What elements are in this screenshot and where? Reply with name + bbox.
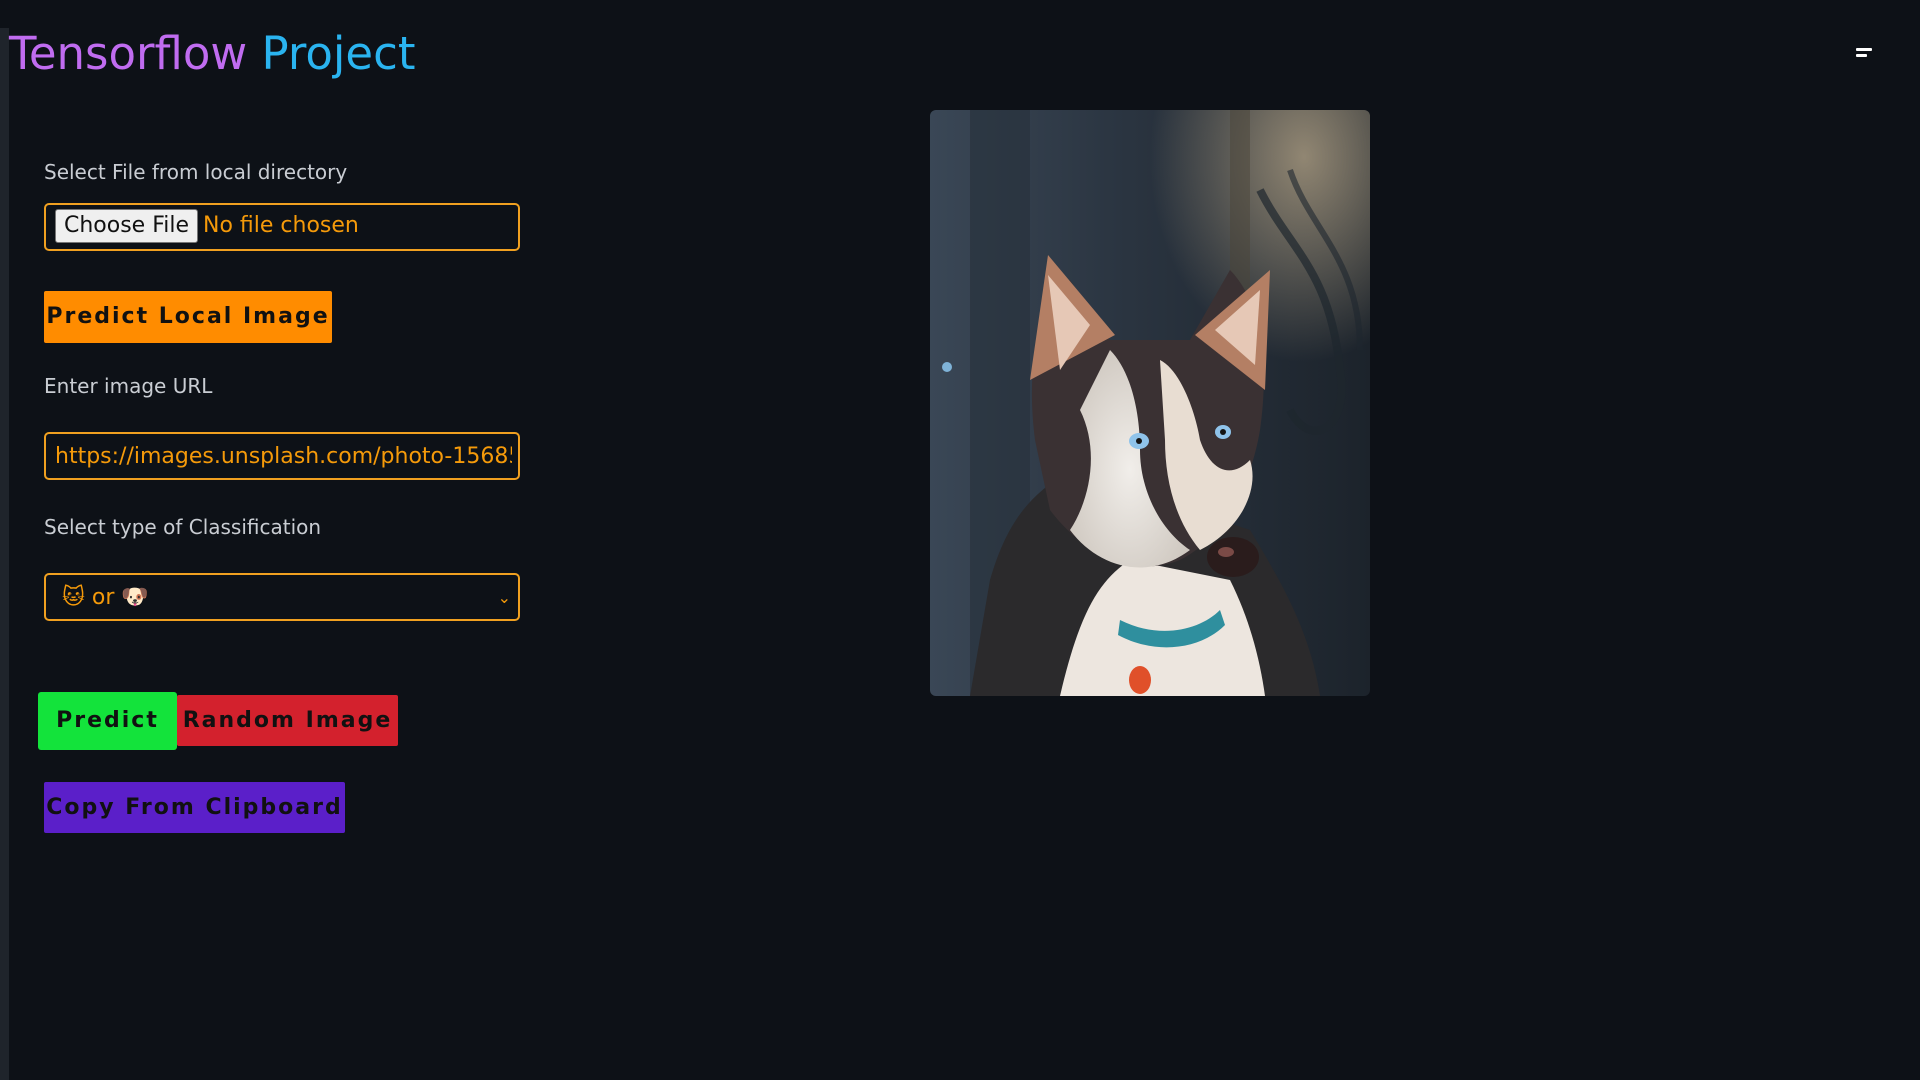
image-url-value: https://images.unsplash.com/photo-15685 <box>55 444 512 469</box>
husky-dog-photo <box>930 110 1370 696</box>
predict-button[interactable]: Predict <box>38 692 177 750</box>
app-window: Tensorflow Project Select File from loca… <box>0 0 1920 1080</box>
title-word-1: Tensorflow <box>9 27 248 80</box>
local-file-label: Select File from local directory <box>44 160 348 184</box>
classification-select[interactable]: 🐱 or 🐶 ⌄ <box>44 573 520 621</box>
chevron-down-icon: ⌄ <box>497 588 511 607</box>
menu-icon-bar <box>1856 54 1867 57</box>
choose-file-button[interactable]: Choose File <box>55 209 199 243</box>
menu-icon[interactable] <box>1852 44 1876 64</box>
classification-selected-value: 🐱 or 🐶 <box>62 585 149 610</box>
page-title: Tensorflow Project <box>9 24 416 84</box>
preview-image <box>930 110 1370 696</box>
image-url-label: Enter image URL <box>44 374 213 398</box>
menu-icon-bar <box>1856 48 1872 51</box>
image-url-input[interactable]: https://images.unsplash.com/photo-15685 <box>44 432 520 480</box>
file-status-text: No file chosen <box>203 213 359 238</box>
left-edge-strip <box>0 28 9 1080</box>
classification-label: Select type of Classification <box>44 515 322 539</box>
copy-from-clipboard-button[interactable]: Copy From Clipboard <box>44 782 345 833</box>
title-word-2: Project <box>261 27 416 80</box>
predict-local-image-button[interactable]: Predict Local Image <box>44 291 332 343</box>
random-image-button[interactable]: Random Image <box>177 695 398 746</box>
file-input[interactable]: Choose File No file chosen <box>44 203 520 251</box>
